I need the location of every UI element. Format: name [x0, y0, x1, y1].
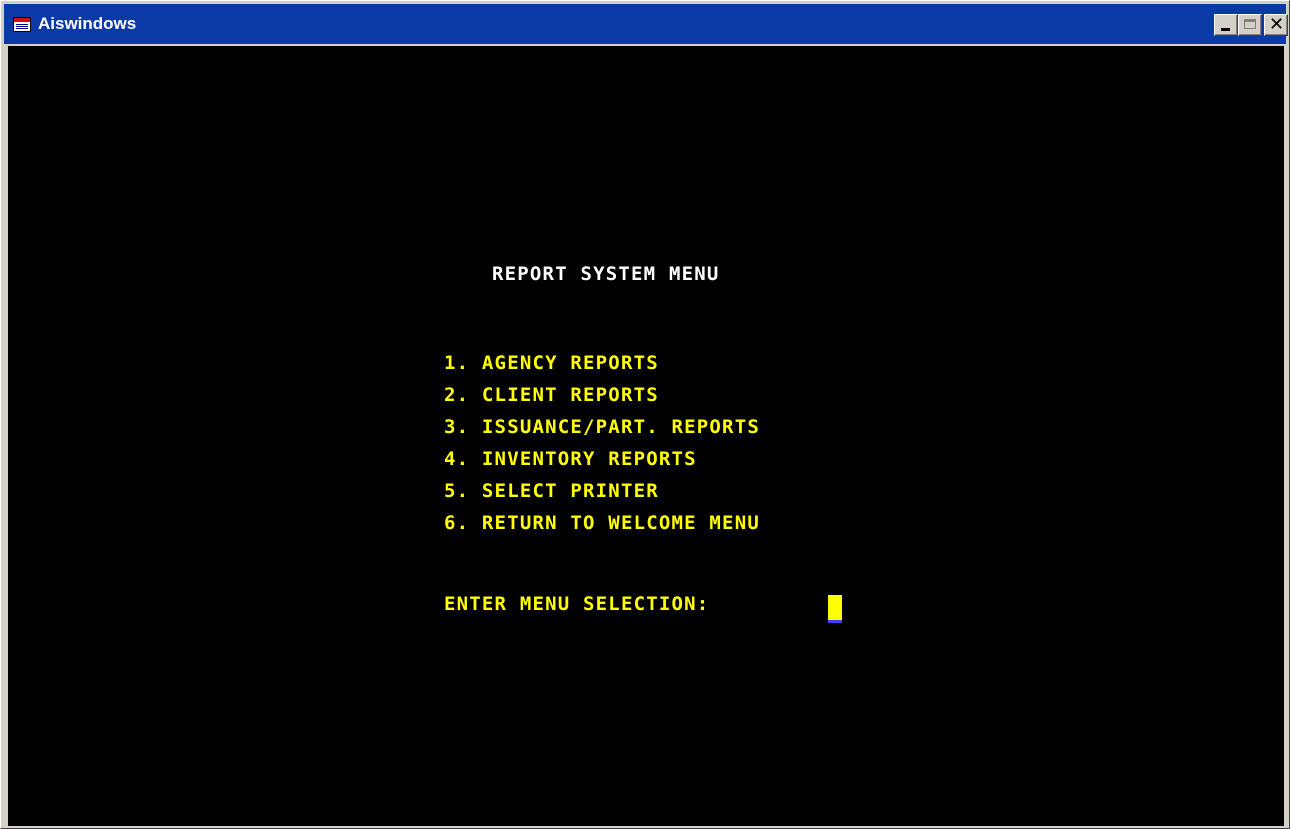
maximize-icon — [1244, 19, 1256, 29]
minimize-button[interactable] — [1214, 14, 1238, 36]
app-icon[interactable] — [13, 17, 31, 32]
menu-list: 1. AGENCY REPORTS 2. CLIENT REPORTS 3. I… — [444, 347, 760, 539]
menu-item-return-welcome: 6. RETURN TO WELCOME MENU — [444, 512, 760, 534]
menu-item-agency-reports: 1. AGENCY REPORTS — [444, 352, 659, 374]
app-window: Aiswindows ✕ REPORT SYSTEM MENU 1. AGENC… — [0, 0, 1290, 829]
menu-title: REPORT SYSTEM MENU — [492, 263, 720, 285]
menu-selection-prompt: ENTER MENU SELECTION: — [444, 593, 710, 615]
window-title: Aiswindows — [38, 14, 137, 33]
menu-item-issuance-reports: 3. ISSUANCE/PART. REPORTS — [444, 416, 760, 438]
minimize-icon — [1221, 28, 1230, 31]
title-bar[interactable]: Aiswindows ✕ — [4, 4, 1288, 44]
terminal-screen[interactable]: REPORT SYSTEM MENU 1. AGENCY REPORTS 2. … — [8, 46, 1284, 826]
cursor-underline — [828, 620, 842, 623]
menu-item-inventory-reports: 4. INVENTORY REPORTS — [444, 448, 697, 470]
menu-item-select-printer: 5. SELECT PRINTER — [444, 480, 659, 502]
menu-selection-input[interactable] — [828, 595, 842, 620]
close-icon: ✕ — [1268, 14, 1285, 35]
close-button[interactable]: ✕ — [1264, 14, 1288, 36]
menu-item-client-reports: 2. CLIENT REPORTS — [444, 384, 659, 406]
maximize-button[interactable] — [1238, 14, 1262, 36]
